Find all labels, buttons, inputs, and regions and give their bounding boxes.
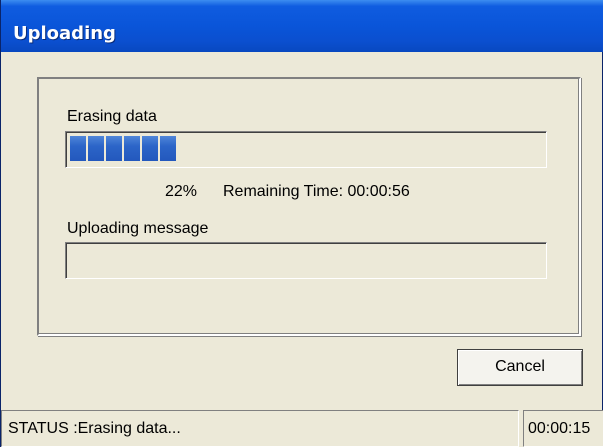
erase-progress-block (70, 136, 86, 161)
erase-progress-block (124, 136, 140, 161)
erase-progress-track (68, 134, 544, 165)
erasing-data-label: Erasing data (67, 108, 157, 125)
uploading-message-label: Uploading message (67, 220, 209, 237)
elapsed-time-text: 00:00:15 (528, 420, 591, 437)
remaining-time-text: Remaining Time: 00:00:56 (223, 183, 410, 200)
uploading-dialog: Uploading Erasing data 22% Remaining Tim… (0, 0, 603, 447)
window-title: Uploading (13, 23, 116, 44)
erase-progress-block (160, 136, 176, 161)
upload-progress-track (68, 245, 544, 276)
erase-progress-block (88, 136, 104, 161)
cancel-button[interactable]: Cancel (457, 349, 583, 386)
title-bar[interactable]: Uploading (1, 0, 603, 52)
elapsed-time-pane: 00:00:15 (523, 410, 603, 447)
erase-progress-block (106, 136, 122, 161)
erase-progress-bar (65, 131, 547, 168)
status-text-pane: STATUS :Erasing data... (1, 410, 519, 447)
erase-progress-block (142, 136, 158, 161)
upload-message-bar (65, 242, 547, 279)
status-text: STATUS :Erasing data... (8, 420, 181, 437)
status-bar: STATUS :Erasing data... 00:00:15 (1, 410, 603, 447)
progress-percent-text: 22% (165, 183, 198, 200)
